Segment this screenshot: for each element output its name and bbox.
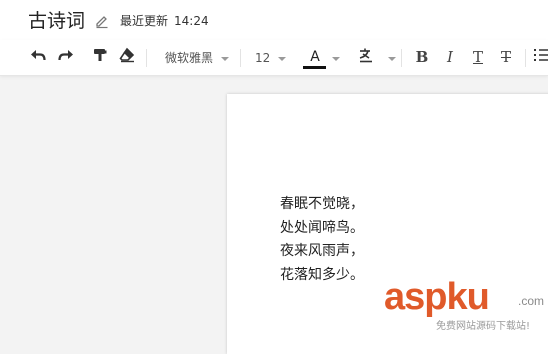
font-family-select[interactable]: 微软雅黑 bbox=[165, 48, 230, 68]
poem-line: 春眠不觉晓， bbox=[280, 196, 364, 212]
clear-format-icon bbox=[118, 46, 136, 68]
chevron-down-icon bbox=[278, 56, 287, 61]
italic-button[interactable]: I bbox=[440, 47, 460, 67]
undo-icon bbox=[29, 46, 47, 68]
strikethrough-label: T bbox=[500, 48, 511, 66]
font-family-value: 微软雅黑 bbox=[165, 51, 214, 65]
last-updated-status: 最近更新 14:24 bbox=[120, 12, 209, 30]
italic-label: I bbox=[447, 48, 453, 66]
watermark-brand: aspku bbox=[384, 276, 490, 318]
highlight-icon bbox=[357, 46, 375, 68]
bold-button[interactable]: B bbox=[412, 47, 432, 67]
toolbar-divider bbox=[146, 49, 147, 67]
ordered-list-icon bbox=[532, 47, 548, 67]
watermark-tagline: 免费网站源码下载站! bbox=[436, 321, 531, 332]
edit-pencil-icon[interactable] bbox=[94, 13, 110, 29]
redo-button[interactable] bbox=[56, 47, 76, 67]
toolbar-divider bbox=[240, 49, 241, 67]
toolbar-divider bbox=[401, 49, 402, 67]
last-updated-time: 14:24 bbox=[174, 14, 209, 28]
toolbar-divider bbox=[525, 49, 526, 67]
font-color-indicator bbox=[303, 66, 326, 69]
highlight-chevron-icon[interactable] bbox=[388, 57, 396, 61]
highlight-button[interactable] bbox=[356, 47, 376, 67]
font-size-value: 12 bbox=[255, 51, 271, 65]
ordered-list-button[interactable] bbox=[532, 47, 548, 67]
poem-line: 处处闻啼鸟。 bbox=[280, 219, 364, 236]
bold-label: B bbox=[415, 48, 429, 66]
title-bar: 古诗词 最近更新 14:24 bbox=[0, 0, 548, 40]
site-watermark: aspku .com 免费网站源码下载站! bbox=[384, 276, 548, 335]
underline-label: T bbox=[472, 48, 483, 66]
format-painter-button[interactable] bbox=[90, 47, 110, 67]
font-size-select[interactable]: 12 bbox=[255, 48, 287, 68]
poem-line: 花落知多少。 bbox=[280, 266, 364, 283]
poem-line: 夜来风雨声， bbox=[280, 243, 364, 259]
document-title[interactable]: 古诗词 bbox=[28, 9, 85, 33]
watermark-suffix: .com bbox=[518, 294, 545, 308]
clear-format-button[interactable] bbox=[117, 47, 137, 67]
poem-body[interactable]: 春眠不觉晓， 处处闻啼鸟。 夜来风雨声， 花落知多少。 bbox=[280, 193, 364, 287]
chevron-down-icon bbox=[221, 56, 230, 61]
strikethrough-button[interactable]: T bbox=[496, 47, 516, 67]
font-color-chevron-icon[interactable] bbox=[332, 57, 340, 61]
font-color-letter: A bbox=[310, 49, 320, 65]
last-updated-label: 最近更新 bbox=[120, 14, 169, 28]
format-painter-icon bbox=[91, 46, 109, 68]
undo-button[interactable] bbox=[28, 47, 48, 67]
formatting-toolbar: 微软雅黑 12 A B I T T bbox=[0, 40, 548, 76]
redo-icon bbox=[57, 46, 75, 68]
underline-button[interactable]: T bbox=[468, 47, 488, 67]
